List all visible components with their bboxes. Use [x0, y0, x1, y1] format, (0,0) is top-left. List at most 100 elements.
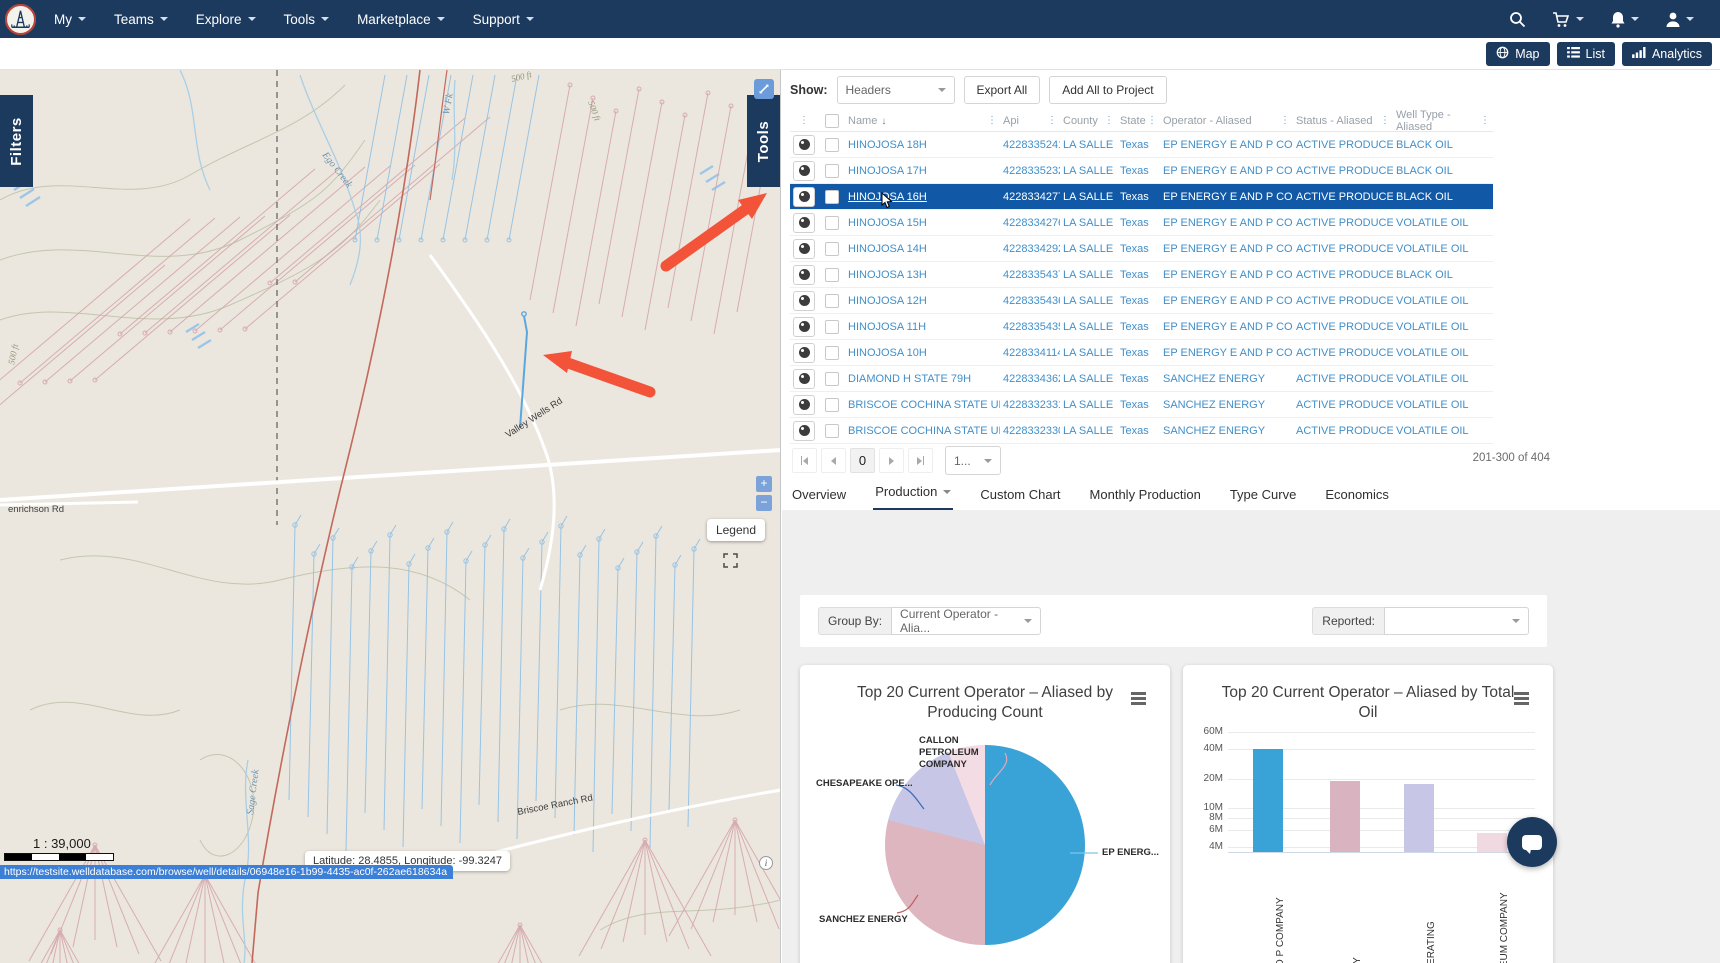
nav-menu-explore[interactable]: Explore: [196, 12, 256, 27]
locate-on-map-button[interactable]: [793, 213, 815, 233]
status-value[interactable]: ACTIVE PRODUCER: [1293, 425, 1393, 437]
next-page-button[interactable]: [879, 448, 904, 473]
status-value[interactable]: ACTIVE PRODUCER: [1293, 191, 1393, 203]
county-value[interactable]: LA SALLE: [1060, 399, 1117, 411]
status-value[interactable]: ACTIVE PRODUCER: [1293, 139, 1393, 151]
row-checkbox[interactable]: [825, 164, 839, 178]
row-menu-column-header[interactable]: ⋮: [790, 115, 818, 126]
locate-on-map-button[interactable]: [793, 343, 815, 363]
tab-monthly-production[interactable]: Monthly Production: [1088, 481, 1203, 511]
column-menu-icon[interactable]: ⋮: [1380, 115, 1390, 126]
locate-on-map-button[interactable]: [793, 317, 815, 337]
operator-value[interactable]: EP ENERGY E AND P COMPANY: [1160, 217, 1293, 229]
locate-on-map-button[interactable]: [793, 239, 815, 259]
last-page-button[interactable]: [908, 448, 933, 473]
table-row[interactable]: HINOJOSA 14H4228334292LA SALLETexasEP EN…: [790, 236, 1493, 262]
county-value[interactable]: LA SALLE: [1060, 321, 1117, 333]
api-number[interactable]: 4228334114: [1000, 347, 1060, 359]
county-value[interactable]: LA SALLE: [1060, 295, 1117, 307]
operator-value[interactable]: EP ENERGY E AND P COMPANY: [1160, 165, 1293, 177]
row-checkbox[interactable]: [825, 320, 839, 334]
prev-page-button[interactable]: [821, 448, 846, 473]
well-type-value[interactable]: VOLATILE OIL: [1393, 399, 1493, 411]
api-number[interactable]: 4228332331: [1000, 399, 1060, 411]
zoom-in-button[interactable]: +: [756, 476, 772, 492]
well-name-link[interactable]: HINOJOSA 18H: [845, 139, 1000, 151]
operator-value[interactable]: SANCHEZ ENERGY: [1160, 425, 1293, 437]
state-value[interactable]: Texas: [1117, 321, 1160, 333]
api-number[interactable]: 4228334362: [1000, 373, 1060, 385]
row-checkbox[interactable]: [825, 138, 839, 152]
county-value[interactable]: LA SALLE: [1060, 165, 1117, 177]
locate-on-map-button[interactable]: [793, 135, 815, 155]
county-value[interactable]: LA SALLE: [1060, 191, 1117, 203]
well-name-link[interactable]: HINOJOSA 11H: [845, 321, 1000, 333]
locate-on-map-button[interactable]: [793, 291, 815, 311]
well-type-value[interactable]: BLACK OIL: [1393, 165, 1493, 177]
well-name-link[interactable]: HINOJOSA 10H: [845, 347, 1000, 359]
state-value[interactable]: Texas: [1117, 347, 1160, 359]
bar-1[interactable]: [1253, 749, 1283, 852]
well-type-value[interactable]: BLACK OIL: [1393, 269, 1493, 281]
column-menu-icon[interactable]: ⋮: [1147, 115, 1157, 126]
well-type-value[interactable]: BLACK OIL: [1393, 191, 1493, 203]
state-value[interactable]: Texas: [1117, 295, 1160, 307]
locate-on-map-button[interactable]: [793, 369, 815, 389]
search-icon[interactable]: [1509, 11, 1526, 28]
well-name-link[interactable]: HINOJOSA 14H: [845, 243, 1000, 255]
well-name-link[interactable]: HINOJOSA 13H: [845, 269, 1000, 281]
topo-basemap[interactable]: Ego Creek Sage Creek W Fk 500 ft 500 ft …: [0, 70, 781, 963]
table-row[interactable]: DIAMOND H STATE 79H4228334362LA SALLETex…: [790, 366, 1493, 392]
table-row[interactable]: HINOJOSA 11H4228335435LA SALLETexasEP EN…: [790, 314, 1493, 340]
map-pane[interactable]: Ego Creek Sage Creek W Fk 500 ft 500 ft …: [0, 70, 781, 963]
county-value[interactable]: LA SALLE: [1060, 269, 1117, 281]
locate-on-map-button[interactable]: [793, 265, 815, 285]
column-header-county[interactable]: County⋮: [1060, 115, 1117, 127]
state-value[interactable]: Texas: [1117, 243, 1160, 255]
status-value[interactable]: ACTIVE PRODUCER: [1293, 269, 1393, 281]
notifications-bell-icon[interactable]: [1610, 11, 1639, 28]
bar-3[interactable]: [1404, 784, 1434, 852]
operator-value[interactable]: EP ENERGY E AND P COMPANY: [1160, 321, 1293, 333]
row-checkbox[interactable]: [825, 216, 839, 230]
state-value[interactable]: Texas: [1117, 191, 1160, 203]
column-menu-icon[interactable]: ⋮: [1280, 115, 1290, 126]
column-menu-icon[interactable]: ⋮: [987, 115, 997, 126]
column-menu-icon[interactable]: ⋮: [1480, 115, 1490, 126]
fullscreen-expand-icon[interactable]: [722, 552, 739, 574]
county-value[interactable]: LA SALLE: [1060, 347, 1117, 359]
cart-icon[interactable]: [1552, 11, 1584, 28]
api-number[interactable]: 4228334292: [1000, 243, 1060, 255]
nav-menu-support[interactable]: Support: [473, 12, 534, 27]
locate-on-map-button[interactable]: [793, 421, 815, 441]
well-name-link[interactable]: HINOJOSA 12H: [845, 295, 1000, 307]
api-number[interactable]: 4228335436: [1000, 295, 1060, 307]
row-checkbox[interactable]: [825, 372, 839, 386]
operator-value[interactable]: EP ENERGY E AND P COMPANY: [1160, 347, 1293, 359]
well-name-link[interactable]: HINOJOSA 15H: [845, 217, 1000, 229]
row-checkbox[interactable]: [825, 424, 839, 438]
table-row[interactable]: BRISCOE COCHINA STATE UNIT B 1H422833233…: [790, 392, 1493, 418]
operator-value[interactable]: EP ENERGY E AND P COMPANY: [1160, 243, 1293, 255]
column-header-status[interactable]: Status - Aliased⋮: [1293, 115, 1393, 127]
well-name-link[interactable]: HINOJOSA 16H: [845, 191, 1000, 203]
current-page-indicator[interactable]: 0: [850, 448, 875, 473]
map-info-icon[interactable]: i: [759, 856, 773, 870]
row-checkbox[interactable]: [825, 242, 839, 256]
county-value[interactable]: LA SALLE: [1060, 373, 1117, 385]
locate-on-map-button[interactable]: [793, 161, 815, 181]
well-name-link[interactable]: HINOJOSA 17H: [845, 165, 1000, 177]
column-header-name[interactable]: Name↓⋮: [845, 115, 1000, 127]
app-logo-icon[interactable]: [5, 4, 36, 35]
state-value[interactable]: Texas: [1117, 165, 1160, 177]
reported-dropdown[interactable]: [1384, 607, 1529, 635]
status-value[interactable]: ACTIVE PRODUCER: [1293, 321, 1393, 333]
tab-economics[interactable]: Economics: [1323, 481, 1391, 511]
first-page-button[interactable]: [792, 448, 817, 473]
column-header-state[interactable]: State⋮: [1117, 115, 1160, 127]
user-account-icon[interactable]: [1665, 11, 1694, 28]
state-value[interactable]: Texas: [1117, 217, 1160, 229]
map-collapse-icon[interactable]: [754, 79, 774, 99]
page-select-dropdown[interactable]: 1...: [945, 446, 1001, 475]
well-type-value[interactable]: VOLATILE OIL: [1393, 295, 1493, 307]
